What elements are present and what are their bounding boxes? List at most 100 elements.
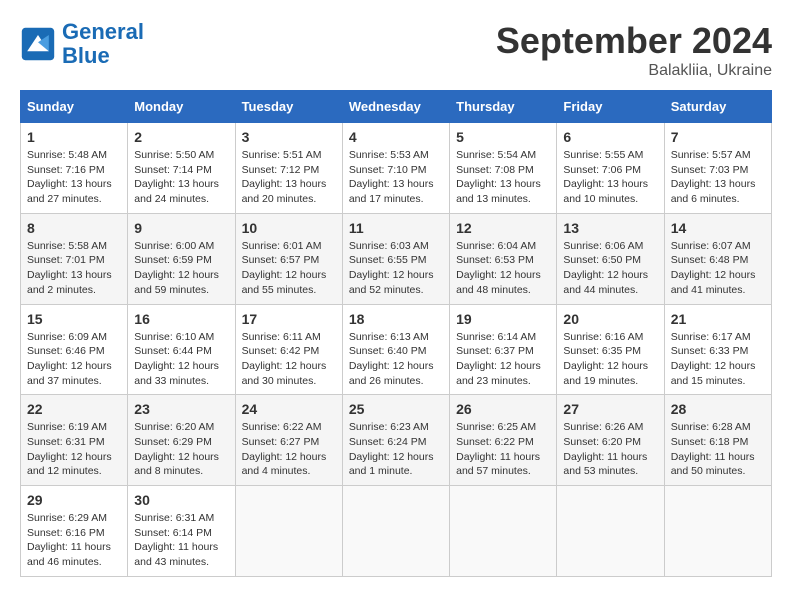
calendar-body: 1Sunrise: 5:48 AM Sunset: 7:16 PM Daylig… xyxy=(21,123,772,577)
day-info: Sunrise: 6:01 AM Sunset: 6:57 PM Dayligh… xyxy=(242,239,336,298)
calendar-cell: 1Sunrise: 5:48 AM Sunset: 7:16 PM Daylig… xyxy=(21,123,128,214)
day-number: 14 xyxy=(671,220,765,236)
day-number: 12 xyxy=(456,220,550,236)
day-info: Sunrise: 6:10 AM Sunset: 6:44 PM Dayligh… xyxy=(134,330,228,389)
day-info: Sunrise: 6:03 AM Sunset: 6:55 PM Dayligh… xyxy=(349,239,443,298)
calendar-cell: 17Sunrise: 6:11 AM Sunset: 6:42 PM Dayli… xyxy=(235,304,342,395)
page-header: General Blue September 2024 Balakliia, U… xyxy=(20,20,772,80)
calendar-cell: 30 Sunrise: 6:31 AM Sunset: 6:14 PM Dayli… xyxy=(128,486,235,577)
calendar-cell: 10 Sunrise: 6:01 AM Sunset: 6:57 PM Dayli… xyxy=(235,213,342,304)
day-info: Sunrise: 6:28 AM Sunset: 6:18 PM Dayligh… xyxy=(671,420,765,479)
day-number: 28 xyxy=(671,401,765,417)
calendar-cell: 20 Sunrise: 6:16 AM Sunset: 6:35 PM Dayli… xyxy=(557,304,664,395)
calendar-week-5: 29 Sunrise: 6:29 AM Sunset: 6:16 PM Dayli… xyxy=(21,486,772,577)
day-info: Sunrise: 6:26 AM Sunset: 6:20 PM Dayligh… xyxy=(563,420,657,479)
col-saturday: Saturday xyxy=(664,91,771,123)
day-number: 11 xyxy=(349,220,443,236)
day-info: Sunrise: 6:13 AM Sunset: 6:40 PM Dayligh… xyxy=(349,330,443,389)
day-number: 9 xyxy=(134,220,228,236)
day-info: Sunrise: 6:14 AM Sunset: 6:37 PM Dayligh… xyxy=(456,330,550,389)
calendar-cell: 28 Sunrise: 6:28 AM Sunset: 6:18 PM Dayli… xyxy=(664,395,771,486)
calendar-week-3: 15 Sunrise: 6:09 AM Sunset: 6:46 PM Dayli… xyxy=(21,304,772,395)
calendar-week-1: 1Sunrise: 5:48 AM Sunset: 7:16 PM Daylig… xyxy=(21,123,772,214)
day-number: 13 xyxy=(563,220,657,236)
day-number: 22 xyxy=(27,401,121,417)
col-friday: Friday xyxy=(557,91,664,123)
day-number: 24 xyxy=(242,401,336,417)
header-row: Sunday Monday Tuesday Wednesday Thursday… xyxy=(21,91,772,123)
day-number: 5 xyxy=(456,129,550,145)
calendar-cell: 26 Sunrise: 6:25 AM Sunset: 6:22 PM Dayli… xyxy=(450,395,557,486)
calendar-cell: 22 Sunrise: 6:19 AM Sunset: 6:31 PM Dayli… xyxy=(21,395,128,486)
day-info: Sunrise: 6:00 AM Sunset: 6:59 PM Dayligh… xyxy=(134,239,228,298)
calendar-cell: 27 Sunrise: 6:26 AM Sunset: 6:20 PM Dayli… xyxy=(557,395,664,486)
calendar-cell: 12Sunrise: 6:04 AM Sunset: 6:53 PM Dayli… xyxy=(450,213,557,304)
month-title: September 2024 xyxy=(496,20,772,62)
day-number: 17 xyxy=(242,311,336,327)
calendar-cell: 29 Sunrise: 6:29 AM Sunset: 6:16 PM Dayli… xyxy=(21,486,128,577)
day-info: Sunrise: 6:25 AM Sunset: 6:22 PM Dayligh… xyxy=(456,420,550,479)
logo: General Blue xyxy=(20,20,144,68)
calendar-cell: 4Sunrise: 5:53 AM Sunset: 7:10 PM Daylig… xyxy=(342,123,449,214)
calendar-header: Sunday Monday Tuesday Wednesday Thursday… xyxy=(21,91,772,123)
logo-line2: Blue xyxy=(62,43,110,68)
calendar-cell: 5 Sunrise: 5:54 AM Sunset: 7:08 PM Daylig… xyxy=(450,123,557,214)
day-number: 6 xyxy=(563,129,657,145)
col-tuesday: Tuesday xyxy=(235,91,342,123)
day-number: 1 xyxy=(27,129,121,145)
day-info: Sunrise: 6:07 AM Sunset: 6:48 PM Dayligh… xyxy=(671,239,765,298)
day-number: 30 xyxy=(134,492,228,508)
day-info: Sunrise: 6:20 AM Sunset: 6:29 PM Dayligh… xyxy=(134,420,228,479)
calendar-cell: 25Sunrise: 6:23 AM Sunset: 6:24 PM Dayli… xyxy=(342,395,449,486)
day-info: Sunrise: 5:51 AM Sunset: 7:12 PM Dayligh… xyxy=(242,148,336,207)
col-wednesday: Wednesday xyxy=(342,91,449,123)
calendar-table: Sunday Monday Tuesday Wednesday Thursday… xyxy=(20,90,772,577)
calendar-cell xyxy=(557,486,664,577)
day-info: Sunrise: 6:19 AM Sunset: 6:31 PM Dayligh… xyxy=(27,420,121,479)
day-number: 20 xyxy=(563,311,657,327)
calendar-cell xyxy=(235,486,342,577)
day-number: 18 xyxy=(349,311,443,327)
calendar-cell: 8 Sunrise: 5:58 AM Sunset: 7:01 PM Daylig… xyxy=(21,213,128,304)
day-number: 29 xyxy=(27,492,121,508)
calendar-cell: 16 Sunrise: 6:10 AM Sunset: 6:44 PM Dayli… xyxy=(128,304,235,395)
calendar-cell: 11 Sunrise: 6:03 AM Sunset: 6:55 PM Dayli… xyxy=(342,213,449,304)
col-monday: Monday xyxy=(128,91,235,123)
logo-line1: General xyxy=(62,19,144,44)
day-number: 16 xyxy=(134,311,228,327)
calendar-cell: 23 Sunrise: 6:20 AM Sunset: 6:29 PM Dayli… xyxy=(128,395,235,486)
day-number: 10 xyxy=(242,220,336,236)
day-info: Sunrise: 6:16 AM Sunset: 6:35 PM Dayligh… xyxy=(563,330,657,389)
calendar-cell: 24Sunrise: 6:22 AM Sunset: 6:27 PM Dayli… xyxy=(235,395,342,486)
day-number: 27 xyxy=(563,401,657,417)
day-info: Sunrise: 6:17 AM Sunset: 6:33 PM Dayligh… xyxy=(671,330,765,389)
calendar-cell xyxy=(664,486,771,577)
day-info: Sunrise: 5:55 AM Sunset: 7:06 PM Dayligh… xyxy=(563,148,657,207)
calendar-cell xyxy=(342,486,449,577)
day-number: 8 xyxy=(27,220,121,236)
day-number: 23 xyxy=(134,401,228,417)
location-subtitle: Balakliia, Ukraine xyxy=(496,62,772,80)
day-info: Sunrise: 5:57 AM Sunset: 7:03 PM Dayligh… xyxy=(671,148,765,207)
calendar-cell: 7 Sunrise: 5:57 AM Sunset: 7:03 PM Daylig… xyxy=(664,123,771,214)
day-number: 25 xyxy=(349,401,443,417)
day-info: Sunrise: 5:54 AM Sunset: 7:08 PM Dayligh… xyxy=(456,148,550,207)
day-number: 26 xyxy=(456,401,550,417)
calendar-cell: 14 Sunrise: 6:07 AM Sunset: 6:48 PM Dayli… xyxy=(664,213,771,304)
col-thursday: Thursday xyxy=(450,91,557,123)
day-info: Sunrise: 6:31 AM Sunset: 6:14 PM Dayligh… xyxy=(134,511,228,570)
day-info: Sunrise: 6:09 AM Sunset: 6:46 PM Dayligh… xyxy=(27,330,121,389)
day-info: Sunrise: 5:53 AM Sunset: 7:10 PM Dayligh… xyxy=(349,148,443,207)
col-sunday: Sunday xyxy=(21,91,128,123)
day-info: Sunrise: 5:58 AM Sunset: 7:01 PM Dayligh… xyxy=(27,239,121,298)
day-number: 15 xyxy=(27,311,121,327)
calendar-cell: 3Sunrise: 5:51 AM Sunset: 7:12 PM Daylig… xyxy=(235,123,342,214)
day-number: 7 xyxy=(671,129,765,145)
day-number: 2 xyxy=(134,129,228,145)
day-info: Sunrise: 5:50 AM Sunset: 7:14 PM Dayligh… xyxy=(134,148,228,207)
calendar-cell: 2 Sunrise: 5:50 AM Sunset: 7:14 PM Daylig… xyxy=(128,123,235,214)
calendar-week-4: 22 Sunrise: 6:19 AM Sunset: 6:31 PM Dayli… xyxy=(21,395,772,486)
day-info: Sunrise: 6:29 AM Sunset: 6:16 PM Dayligh… xyxy=(27,511,121,570)
calendar-cell: 21Sunrise: 6:17 AM Sunset: 6:33 PM Dayli… xyxy=(664,304,771,395)
day-info: Sunrise: 6:06 AM Sunset: 6:50 PM Dayligh… xyxy=(563,239,657,298)
